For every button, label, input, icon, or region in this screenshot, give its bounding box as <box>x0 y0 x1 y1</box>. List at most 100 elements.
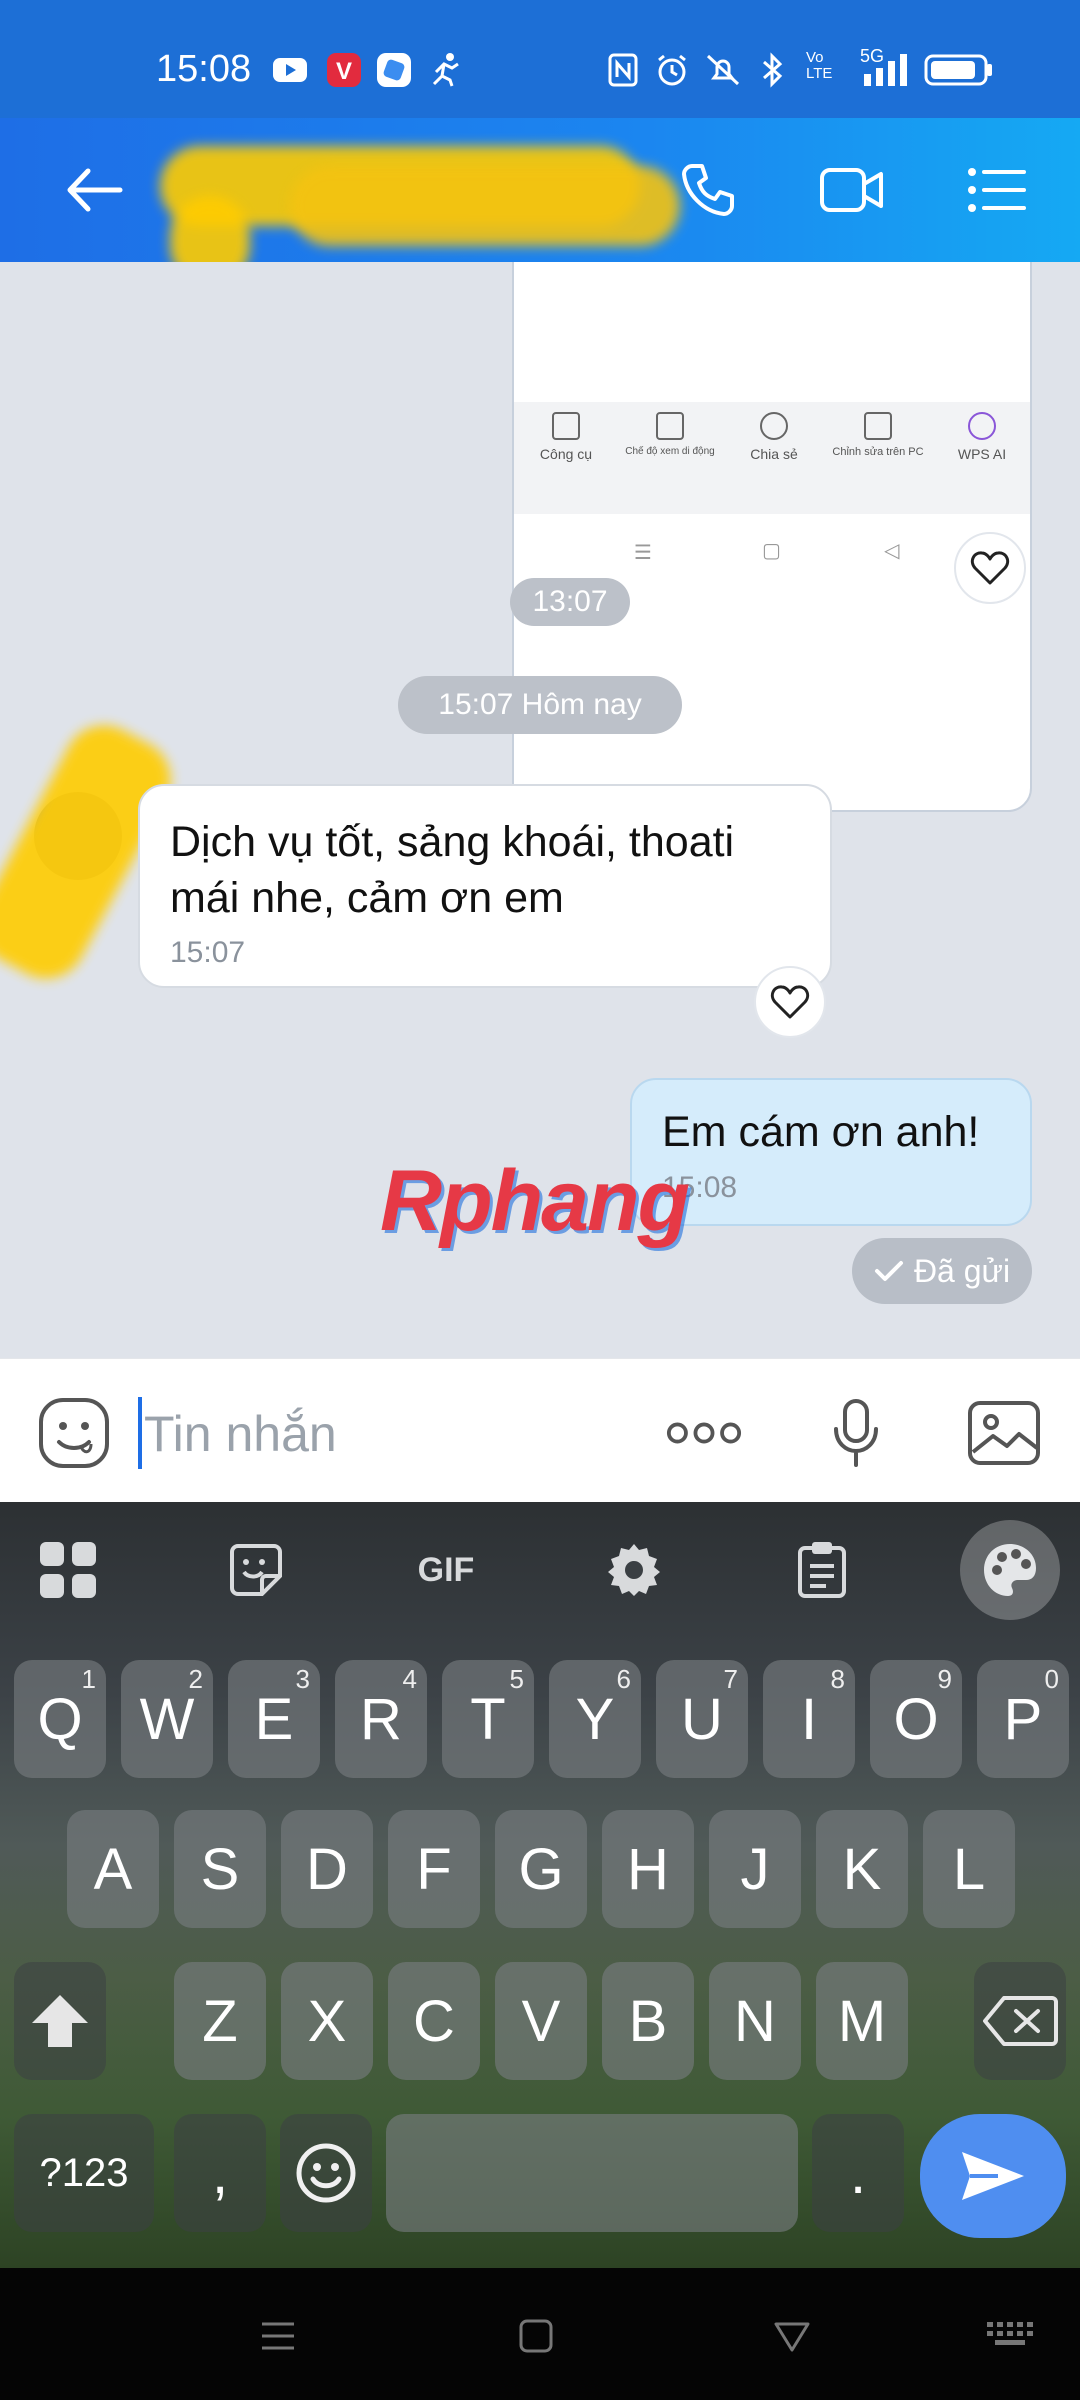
svg-text:V: V <box>336 58 352 85</box>
key-e[interactable]: E3 <box>228 1660 320 1778</box>
keyboard-apps-button[interactable] <box>30 1532 106 1608</box>
key-number-hint: 9 <box>937 1664 952 1694</box>
key-o[interactable]: O9 <box>870 1660 962 1778</box>
key-label: B <box>628 1988 668 2054</box>
key-i[interactable]: I8 <box>763 1660 855 1778</box>
video-call-button[interactable] <box>816 154 888 226</box>
image-gallery-icon <box>968 1401 1040 1465</box>
back-button[interactable] <box>58 154 130 226</box>
incoming-message[interactable]: Dịch vụ tốt, sảng khoái, thoati mái nhe,… <box>138 784 832 988</box>
sent-status-badge: Đã gửi <box>852 1238 1032 1304</box>
key-v[interactable]: V <box>495 1962 587 2080</box>
gear-icon <box>608 1544 660 1596</box>
watermark-logo: Rphang <box>380 1153 690 1249</box>
emoji-key[interactable] <box>280 2114 372 2232</box>
key-number-hint: 7 <box>723 1664 738 1694</box>
react-heart-button[interactable] <box>954 532 1026 604</box>
outgoing-message[interactable]: Em cám ơn anh! 15:08 <box>630 1078 1032 1226</box>
soft-keyboard: GIF Q1W2E3R4T5Y6U7I8O9P0 ASDFGHJKL ZXCVB… <box>0 1502 1080 2268</box>
menu-lines-icon <box>262 2322 294 2350</box>
heart-icon <box>970 551 1010 585</box>
symbols-key[interactable]: ?123 <box>14 2114 154 2232</box>
key-w[interactable]: W2 <box>121 1660 213 1778</box>
key-z[interactable]: Z <box>174 1962 266 2080</box>
text-caret <box>138 1397 142 1469</box>
key-label: M <box>837 1988 887 2054</box>
key-f[interactable]: F <box>388 1810 480 1928</box>
space-key[interactable] <box>386 2114 798 2232</box>
key-label: I <box>800 1686 818 1752</box>
key-a[interactable]: A <box>67 1810 159 1928</box>
recent-apps-button[interactable] <box>248 2306 308 2366</box>
emoji-button[interactable] <box>36 1395 112 1471</box>
key-label: C <box>413 1988 455 2054</box>
back-nav-button[interactable] <box>762 2306 822 2366</box>
youtube-icon <box>273 58 307 82</box>
key-h[interactable]: H <box>602 1810 694 1928</box>
key-number-hint: 5 <box>509 1664 524 1694</box>
key-label: Y <box>575 1686 615 1752</box>
message-time: 15:07 <box>170 936 246 969</box>
keyboard-theme-button[interactable] <box>960 1520 1060 1620</box>
home-button[interactable] <box>506 2306 566 2366</box>
keyboard-clipboard-button[interactable] <box>784 1532 860 1608</box>
key-n[interactable]: N <box>709 1962 801 2080</box>
status-bar: 15:08 V Vo LTE 5G <box>0 0 1080 118</box>
keyboard-switch-button[interactable] <box>980 2306 1040 2366</box>
key-label: D <box>306 1836 348 1902</box>
key-number-hint: 8 <box>830 1664 845 1694</box>
key-g[interactable]: G <box>495 1810 587 1928</box>
key-label: H <box>627 1836 669 1902</box>
key-c[interactable]: C <box>388 1962 480 2080</box>
key-p[interactable]: P0 <box>977 1660 1069 1778</box>
key-k[interactable]: K <box>816 1810 908 1928</box>
key-label: F <box>416 1836 452 1902</box>
shift-key[interactable] <box>14 1962 106 2080</box>
react-heart-button[interactable] <box>754 966 826 1038</box>
chat-messages[interactable]: Công cụ Chế độ xem di động Chia sẻ Chỉnh… <box>0 262 1080 1358</box>
comma-key[interactable]: , <box>174 2114 266 2232</box>
voice-message-button[interactable] <box>818 1395 894 1471</box>
palette-icon <box>984 1544 1036 1596</box>
keyboard-sticker-button[interactable] <box>218 1532 294 1608</box>
key-x[interactable]: X <box>281 1962 373 2080</box>
key-t[interactable]: T5 <box>442 1660 534 1778</box>
nfc-icon <box>608 53 638 87</box>
alarm-icon <box>658 54 686 86</box>
key-r[interactable]: R4 <box>335 1660 427 1778</box>
key-u[interactable]: U7 <box>656 1660 748 1778</box>
voice-call-button[interactable] <box>672 154 744 226</box>
key-q[interactable]: Q1 <box>14 1660 106 1778</box>
key-label: Z <box>202 1988 238 2054</box>
message-input[interactable] <box>144 1399 614 1469</box>
sticker-smile-icon <box>39 1398 109 1468</box>
more-options-button[interactable] <box>666 1395 742 1471</box>
key-number-hint: 3 <box>295 1664 310 1694</box>
tool-item: Chế độ xem di động <box>618 412 722 457</box>
phone-icon <box>682 164 734 216</box>
keyboard-settings-button[interactable] <box>596 1532 672 1608</box>
key-l[interactable]: L <box>923 1810 1015 1928</box>
period-key[interactable]: . <box>812 2114 904 2232</box>
signal-icon <box>864 54 907 86</box>
key-m[interactable]: M <box>816 1962 908 2080</box>
key-label: K <box>842 1836 882 1902</box>
keyboard-gif-button[interactable]: GIF <box>406 1532 486 1608</box>
chat-menu-button[interactable] <box>960 154 1032 226</box>
backspace-key[interactable] <box>974 1962 1066 2080</box>
key-b[interactable]: B <box>602 1962 694 2080</box>
key-y[interactable]: Y6 <box>549 1660 641 1778</box>
message-time: 15:08 <box>662 1171 738 1204</box>
key-s[interactable]: S <box>174 1810 266 1928</box>
clipboard-icon <box>798 1542 846 1598</box>
list-menu-icon <box>968 168 1026 212</box>
message-text: Em cám ơn anh! <box>662 1108 980 1156</box>
volte-label: Vo LTE <box>806 49 833 82</box>
send-key[interactable] <box>920 2114 1066 2238</box>
key-label: W <box>139 1686 195 1752</box>
send-image-button[interactable] <box>966 1395 1042 1471</box>
key-j[interactable]: J <box>709 1810 801 1928</box>
key-d[interactable]: D <box>281 1810 373 1928</box>
sticker-icon <box>230 1544 282 1596</box>
vivaldi-app-icon: V <box>327 53 361 87</box>
